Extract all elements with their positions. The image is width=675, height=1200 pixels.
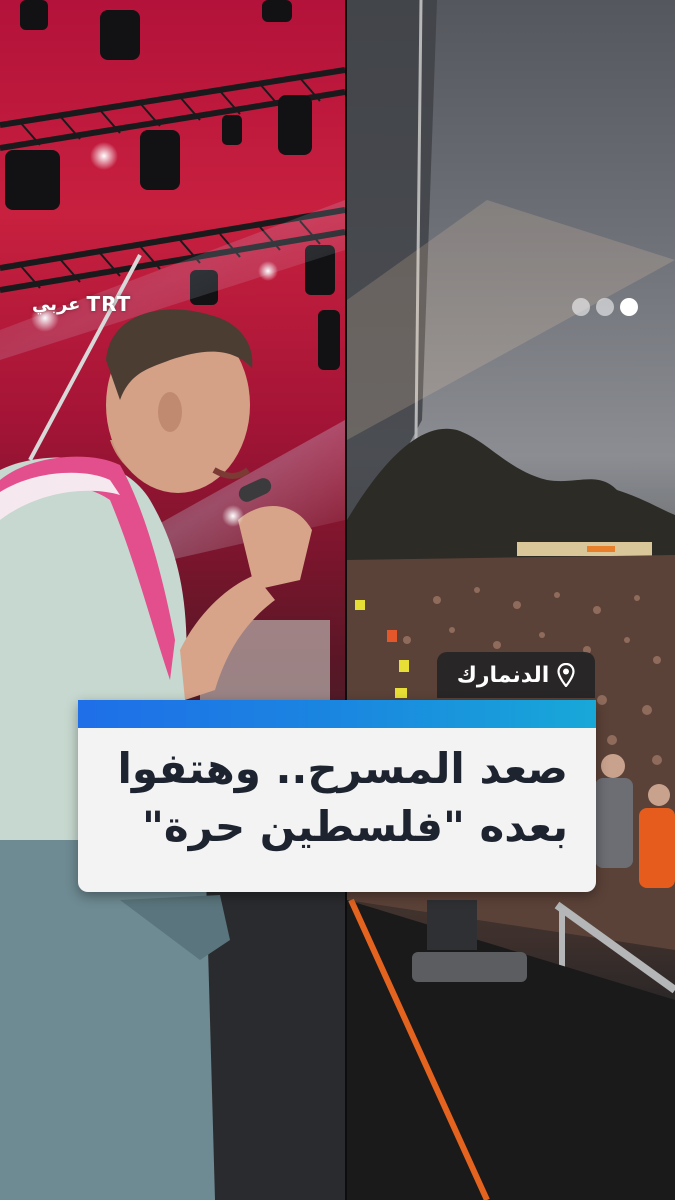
carousel-dot-active[interactable] xyxy=(620,298,638,316)
headline-line-2: بعده "فلسطين حرة" xyxy=(142,802,568,851)
crowd-photo xyxy=(347,0,675,1200)
headline-title: صعد المسرح.. وهتفوا بعده "فلسطين حرة" xyxy=(78,728,596,856)
performer-illustration xyxy=(0,0,345,1200)
carousel-dot[interactable] xyxy=(596,298,614,316)
location-tag: الدنمارك xyxy=(437,652,595,698)
carousel-dot[interactable] xyxy=(572,298,590,316)
headline-accent-bar xyxy=(78,700,596,728)
carousel-indicator xyxy=(572,298,638,316)
video-frame: عربي TRT الدنمارك صعد المسرح.. وهتفوا بع… xyxy=(0,0,675,1200)
performer-photo xyxy=(0,0,345,1200)
crowd-illustration xyxy=(347,0,675,1200)
headline-card: صعد المسرح.. وهتفوا بعده "فلسطين حرة" xyxy=(78,700,596,892)
brand-logo-latin: TRT xyxy=(86,292,132,316)
location-label: الدنمارك xyxy=(456,662,550,688)
brand-logo: عربي TRT xyxy=(32,292,131,316)
headline-line-1: صعد المسرح.. وهتفوا xyxy=(117,744,569,793)
brand-logo-arabic: عربي xyxy=(32,293,81,315)
map-pin-icon xyxy=(557,663,575,687)
